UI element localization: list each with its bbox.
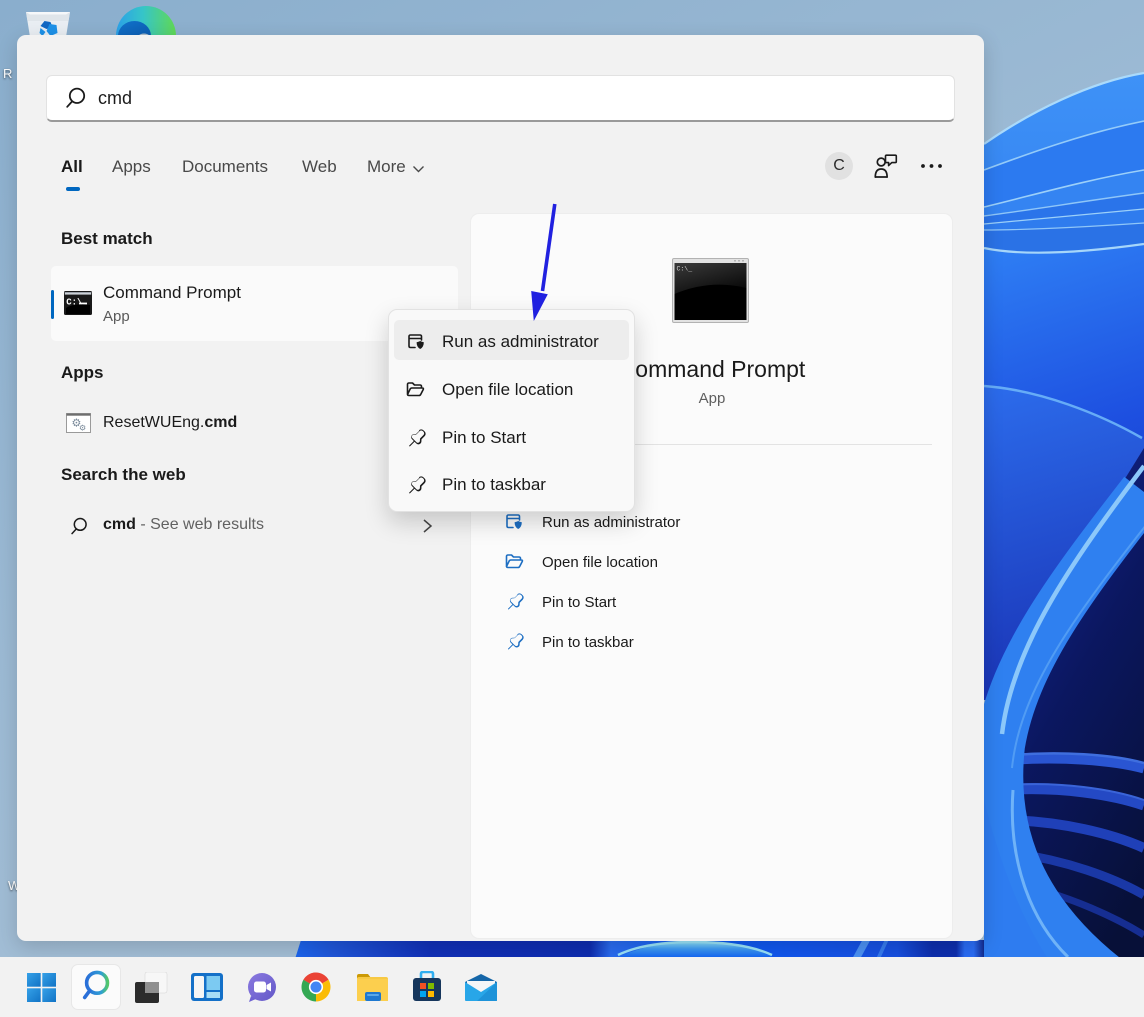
svg-text:⚙: ⚙ (79, 424, 86, 433)
svg-text:C:\_: C:\_ (677, 266, 693, 273)
